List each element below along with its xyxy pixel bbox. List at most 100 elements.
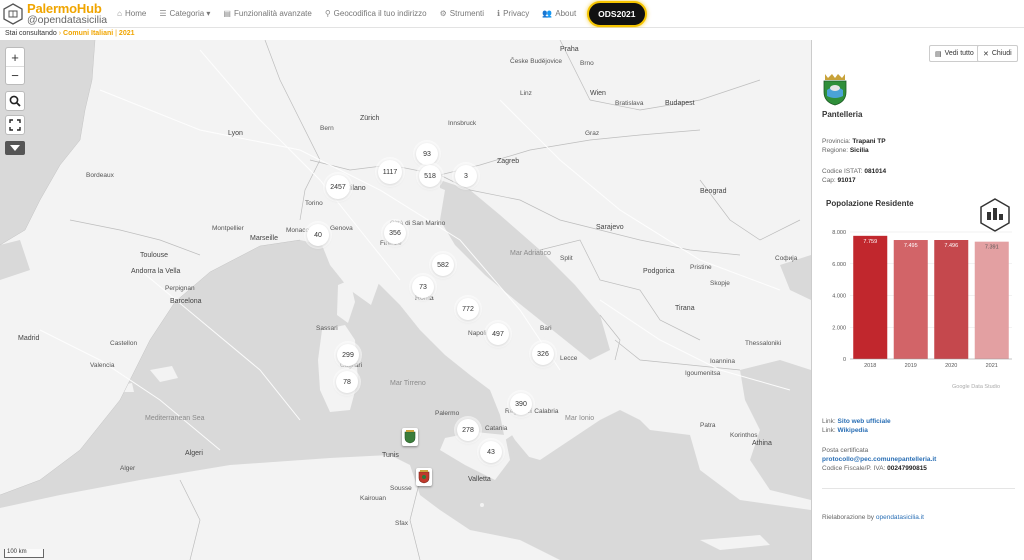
brand-name: PalermoHub — [27, 0, 102, 16]
nav-item-privacy[interactable]: ℹ Privacy — [497, 0, 529, 28]
nav-item-label: Home — [124, 9, 147, 18]
place-label: Lecce — [560, 355, 578, 362]
provincia-value: Trapani TP — [852, 138, 886, 145]
place-label: Sousse — [390, 485, 412, 492]
place-label: Split — [560, 255, 573, 262]
place-label: Beograd — [700, 188, 727, 195]
wikipedia-link[interactable]: Wikipedia — [838, 427, 868, 434]
map-cluster[interactable]: 78 — [336, 371, 358, 393]
chart-data-label: 7.759 — [863, 239, 877, 245]
place-label: Pristine — [690, 264, 712, 271]
chart-data-label: 7.495 — [904, 243, 918, 249]
breadcrumb-prefix: Stai consultando — [5, 30, 57, 37]
zoom-control: + − — [5, 47, 25, 85]
hexagon-logo-icon — [3, 2, 23, 25]
map-cluster[interactable]: 3 — [455, 165, 477, 187]
map-cluster[interactable]: 518 — [419, 165, 441, 187]
footer-prefix: Rielaborazione by — [822, 514, 875, 521]
search-button[interactable] — [6, 92, 24, 110]
place-label: Praha — [560, 46, 579, 53]
sea-label: Mar Ionio — [565, 415, 595, 422]
breadcrumb-year[interactable]: 2021 — [119, 30, 135, 37]
map-cluster[interactable]: 1117 — [378, 160, 402, 184]
map-cluster[interactable]: 43 — [480, 441, 502, 463]
population-chart: 0 2.000 4.000 6.000 8.000 7.759 2018 7.495 2019 7… — [812, 220, 1024, 400]
map-scale: 100 km — [4, 549, 44, 558]
show-all-button[interactable]: ▤ Vedi tutto — [929, 45, 980, 62]
chart-xtick-label: 2020 — [945, 363, 957, 369]
official-site-link[interactable]: Sito web ufficiale — [838, 418, 891, 425]
place-label: Podgorica — [643, 268, 675, 275]
zoom-in-button[interactable]: + — [6, 48, 24, 66]
place-label: Bordeaux — [86, 172, 114, 179]
nav-item-funzionalit-avanzate[interactable]: ▤ Funzionalità avanzate — [223, 0, 311, 28]
link1-label: Link: — [822, 418, 836, 425]
map-cluster[interactable]: 582 — [432, 254, 454, 276]
map-canvas[interactable]: Praha Česke Budějovice Brno Wien Bratislava B… — [0, 40, 811, 560]
chart-ytick-label: 8.000 — [832, 230, 846, 236]
brand-logo[interactable]: PalermoHub @opendatasicilia — [0, 0, 107, 28]
place-label: Castellon — [110, 340, 138, 347]
chart-ytick-label: 0 — [843, 357, 846, 363]
layers-toggle-button[interactable] — [5, 141, 25, 155]
istat-label: Codice ISTAT: — [822, 168, 863, 175]
map-cluster[interactable]: 390 — [510, 393, 532, 415]
link2-label: Link: — [822, 427, 836, 434]
sea-label: Mar Adriatico — [510, 250, 551, 257]
place-label: Palermo — [435, 410, 460, 417]
place-label: Andorra la Vella — [131, 268, 181, 275]
place-label: Marseille — [250, 235, 279, 242]
chart-title: Popolazione Residente — [826, 199, 914, 208]
sea-label: Mar Tirreno — [390, 380, 426, 387]
map-cluster[interactable]: 73 — [412, 276, 434, 298]
map-cluster[interactable]: 93 — [416, 143, 438, 165]
nav-item-categoria[interactable]: ☰ Categoria ▾ — [159, 0, 210, 28]
place-label: Athina — [752, 440, 772, 447]
chart-ytick-label: 4.000 — [832, 294, 846, 300]
pantelleria-crest-marker[interactable] — [416, 468, 432, 486]
brand-subtitle: @opendatasicilia — [27, 13, 108, 26]
close-button[interactable]: ✕ Chiudi — [977, 45, 1018, 62]
chart-credit: Google Data Studio — [952, 384, 1001, 390]
map-cluster[interactable]: 299 — [337, 344, 359, 366]
navbar: PalermoHub @opendatasicilia ⌂ Home ☰ Catego… — [0, 0, 1024, 28]
comune-crest-marker[interactable] — [402, 428, 418, 446]
nav-item-geocodifica-il-tuo-indirizzo[interactable]: ⚲ Geocodifica il tuo indirizzo — [325, 0, 427, 28]
map-cluster[interactable]: 326 — [532, 343, 554, 365]
comune-crest-icon — [823, 74, 847, 106]
users-icon: 👥 — [542, 9, 553, 18]
info-icon: ℹ — [497, 9, 501, 18]
place-label: Tirana — [675, 305, 695, 312]
place-label: Sfax — [395, 520, 409, 527]
close-label: Chiudi — [991, 50, 1012, 57]
nav-item-label: Funzionalità avanzate — [233, 9, 312, 18]
nav-item-home[interactable]: ⌂ Home — [117, 0, 146, 28]
map-cluster[interactable]: 497 — [487, 323, 509, 345]
zoom-out-button[interactable]: − — [6, 66, 24, 84]
sea-label: Mediterranean Sea — [145, 415, 205, 422]
ods2021-button[interactable]: ODS2021 — [587, 0, 647, 27]
map-cluster[interactable]: 2457 — [326, 175, 350, 199]
nav-item-about[interactable]: 👥 About — [542, 0, 576, 28]
opendatasicilia-link[interactable]: opendatasicilia.it — [876, 514, 924, 521]
place-label: Valletta — [468, 476, 491, 483]
breadcrumb: Stai consultando › Comuni Italiani | 202… — [0, 28, 1024, 40]
fullscreen-button[interactable] — [6, 116, 24, 134]
place-label: Monaco — [286, 227, 310, 234]
provincia-label: Provincia: — [822, 138, 851, 145]
breadcrumb-link-comuni[interactable]: Comuni Italiani — [63, 30, 113, 37]
map-cluster[interactable]: 278 — [457, 419, 479, 441]
nav-item-strumenti[interactable]: ⚙ Strumenti — [440, 0, 484, 28]
search-icon — [9, 95, 21, 107]
map-cluster[interactable]: 356 — [384, 222, 406, 244]
chart-bar — [934, 240, 969, 359]
place-label: Brno — [580, 60, 594, 67]
map-cluster[interactable]: 772 — [457, 298, 479, 320]
chevron-right-icon: › — [58, 30, 62, 37]
place-label: Algeri — [185, 450, 203, 457]
pec-link[interactable]: protocollo@pec.comunepantelleria.it — [822, 456, 936, 463]
regione-label: Regione: — [822, 147, 849, 154]
links-info: Link: Sito web ufficiale Link: Wikipedia — [822, 417, 891, 435]
caret-down-icon — [10, 145, 20, 151]
map-cluster[interactable]: 40 — [307, 224, 329, 246]
